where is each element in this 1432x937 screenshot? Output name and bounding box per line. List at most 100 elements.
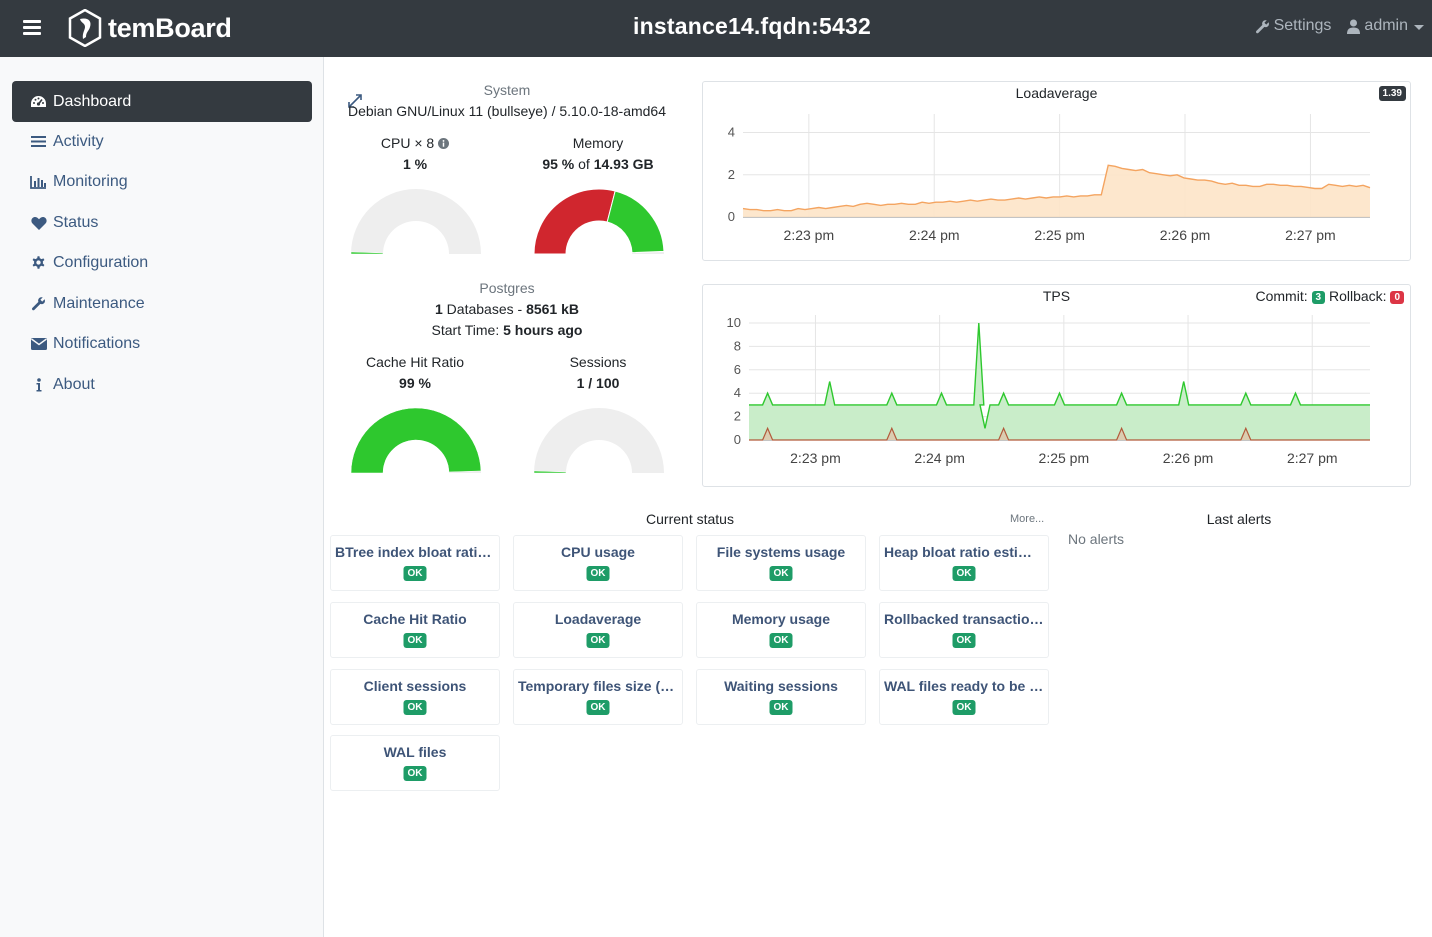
- status-card[interactable]: Heap bloat ratio estimation OK: [879, 535, 1049, 591]
- dashboard-main: System Debian GNU/Linux 11 (bullseye) / …: [324, 57, 1432, 937]
- info-icon: [30, 376, 47, 393]
- status-card[interactable]: Client sessions OK: [330, 669, 500, 725]
- gauge-track: [534, 408, 664, 473]
- databases-size: 8561 kB: [526, 301, 579, 317]
- memory-total: 14.93 GB: [593, 156, 654, 172]
- status-card-name: CPU usage: [561, 544, 635, 560]
- status-ok-badge: OK: [952, 633, 976, 648]
- current-status-title: Current status: [646, 511, 734, 527]
- info-circle-icon[interactable]: [438, 138, 450, 149]
- status-card[interactable]: File systems usage OK: [696, 535, 866, 591]
- status-ok-badge: OK: [952, 700, 976, 715]
- memory-of: of: [574, 156, 594, 172]
- status-ok-badge: OK: [403, 566, 427, 581]
- sidebar-item-notifications[interactable]: Notifications: [12, 323, 312, 364]
- postgres-title: Postgres: [479, 280, 535, 296]
- y-tick-label: 4: [728, 125, 735, 140]
- sidebar-item-label: Activity: [53, 132, 104, 150]
- sidebar-item-label: Status: [53, 213, 99, 231]
- memory-gauge: [533, 188, 665, 255]
- databases-info: 1 Databases - 8561 kB: [347, 301, 667, 317]
- loadaverage-chart-card[interactable]: Loadaverage 1.39 4 2 0 2:23 pm 2:24 pm 2:25 p…: [702, 81, 1411, 261]
- sidebar-item-label: Dashboard: [53, 92, 132, 110]
- user-label: admin: [1364, 17, 1408, 34]
- status-ok-badge: OK: [586, 700, 610, 715]
- gauge-track: [351, 189, 481, 254]
- sidebar-item-label: Monitoring: [53, 172, 128, 190]
- user-menu[interactable]: admin: [1347, 17, 1424, 35]
- wrench-icon: [1255, 19, 1269, 33]
- status-ok-badge: OK: [769, 700, 793, 715]
- status-ok-badge: OK: [586, 566, 610, 581]
- y-tick-label: 0: [728, 209, 735, 224]
- last-alerts-title: Last alerts: [1206, 511, 1272, 527]
- y-tick-label: 2: [728, 167, 735, 182]
- status-card[interactable]: WAL files ready to be archived OK: [879, 669, 1049, 725]
- status-ok-badge: OK: [403, 633, 427, 648]
- gear-icon: [30, 254, 47, 271]
- tps-chart-card[interactable]: TPS Commit: 3 Rollback: 0 10 8 6 4 2 0 2:23 pm…: [702, 284, 1411, 487]
- status-card-name: File systems usage: [716, 544, 846, 560]
- sidebar-item-dashboard[interactable]: Dashboard: [12, 81, 312, 122]
- sidebar-item-activity[interactable]: Activity: [12, 121, 312, 162]
- status-ok-badge: OK: [403, 766, 427, 781]
- sidebar-item-label: About: [53, 375, 95, 393]
- status-more-link[interactable]: More...: [1010, 513, 1044, 525]
- y-tick-label: 0: [734, 432, 741, 447]
- status-card[interactable]: Waiting sessions OK: [696, 669, 866, 725]
- list-icon: [30, 133, 47, 150]
- start-time-value: 5 hours ago: [503, 322, 583, 338]
- status-card-name: Heap bloat ratio estimation: [884, 544, 1044, 560]
- sidebar-item-about[interactable]: About: [12, 364, 312, 405]
- sidebar-item-configuration[interactable]: Configuration: [12, 242, 312, 283]
- x-tick-label: 2:26 pm: [1163, 450, 1214, 466]
- status-card[interactable]: Loadaverage OK: [513, 602, 683, 658]
- sidebar-item-maintenance[interactable]: Maintenance: [12, 283, 312, 324]
- status-card[interactable]: BTree index bloat ratio estimation OK: [330, 535, 500, 591]
- y-tick-label: 10: [727, 315, 741, 330]
- status-card-name: WAL files ready to be archived: [884, 678, 1044, 694]
- status-ok-badge: OK: [769, 566, 793, 581]
- commit-area: [749, 323, 1370, 440]
- sessions-label: Sessions: [569, 354, 627, 370]
- status-card[interactable]: Memory usage OK: [696, 602, 866, 658]
- status-ok-badge: OK: [952, 566, 976, 581]
- wrench-icon: [30, 295, 47, 312]
- status-card[interactable]: Temporary files size (delta) OK: [513, 669, 683, 725]
- x-tick-label: 2:25 pm: [1039, 450, 1090, 466]
- start-time: Start Time: 5 hours ago: [347, 322, 667, 338]
- x-tick-label: 2:25 pm: [1034, 227, 1085, 243]
- envelope-icon: [30, 335, 47, 352]
- status-card-name: WAL files: [383, 744, 447, 760]
- top-navbar: temBoard instance14.fqdn:5432 Settings a…: [0, 0, 1432, 57]
- cache-hit-value: 99 %: [399, 375, 431, 391]
- heart-icon: [30, 214, 47, 231]
- settings-link[interactable]: Settings: [1255, 17, 1331, 35]
- x-tick-label: 2:23 pm: [784, 227, 835, 243]
- x-tick-label: 2:23 pm: [790, 450, 841, 466]
- dashboard-icon: [30, 93, 47, 110]
- status-card-name: Client sessions: [363, 678, 467, 694]
- x-tick-label: 2:24 pm: [909, 227, 960, 243]
- sidebar-item-monitoring[interactable]: Monitoring: [12, 161, 312, 202]
- databases-label: Databases -: [442, 301, 527, 317]
- status-card[interactable]: CPU usage OK: [513, 535, 683, 591]
- sidebar-item-label: Maintenance: [53, 294, 145, 312]
- status-card[interactable]: Rollbacked transactions OK: [879, 602, 1049, 658]
- user-icon: [1347, 19, 1361, 34]
- cpu-gauge: [350, 189, 481, 255]
- x-tick-label: 2:27 pm: [1285, 227, 1336, 243]
- cpu-value: 1 %: [402, 156, 428, 172]
- bar-chart-icon: [30, 173, 47, 190]
- status-card[interactable]: WAL files OK: [330, 735, 500, 791]
- sidebar-item-status[interactable]: Status: [12, 202, 312, 243]
- status-card[interactable]: Cache Hit Ratio OK: [330, 602, 500, 658]
- y-tick-label: 2: [734, 409, 741, 424]
- chevron-down-icon: [1414, 24, 1424, 30]
- status-ok-badge: OK: [769, 633, 793, 648]
- sessions-gauge: [533, 408, 664, 474]
- y-tick-label: 4: [734, 385, 741, 400]
- gauge-used-segment: [533, 188, 616, 255]
- status-card-name: Cache Hit Ratio: [363, 611, 467, 627]
- cache-hit-gauge: [350, 407, 482, 474]
